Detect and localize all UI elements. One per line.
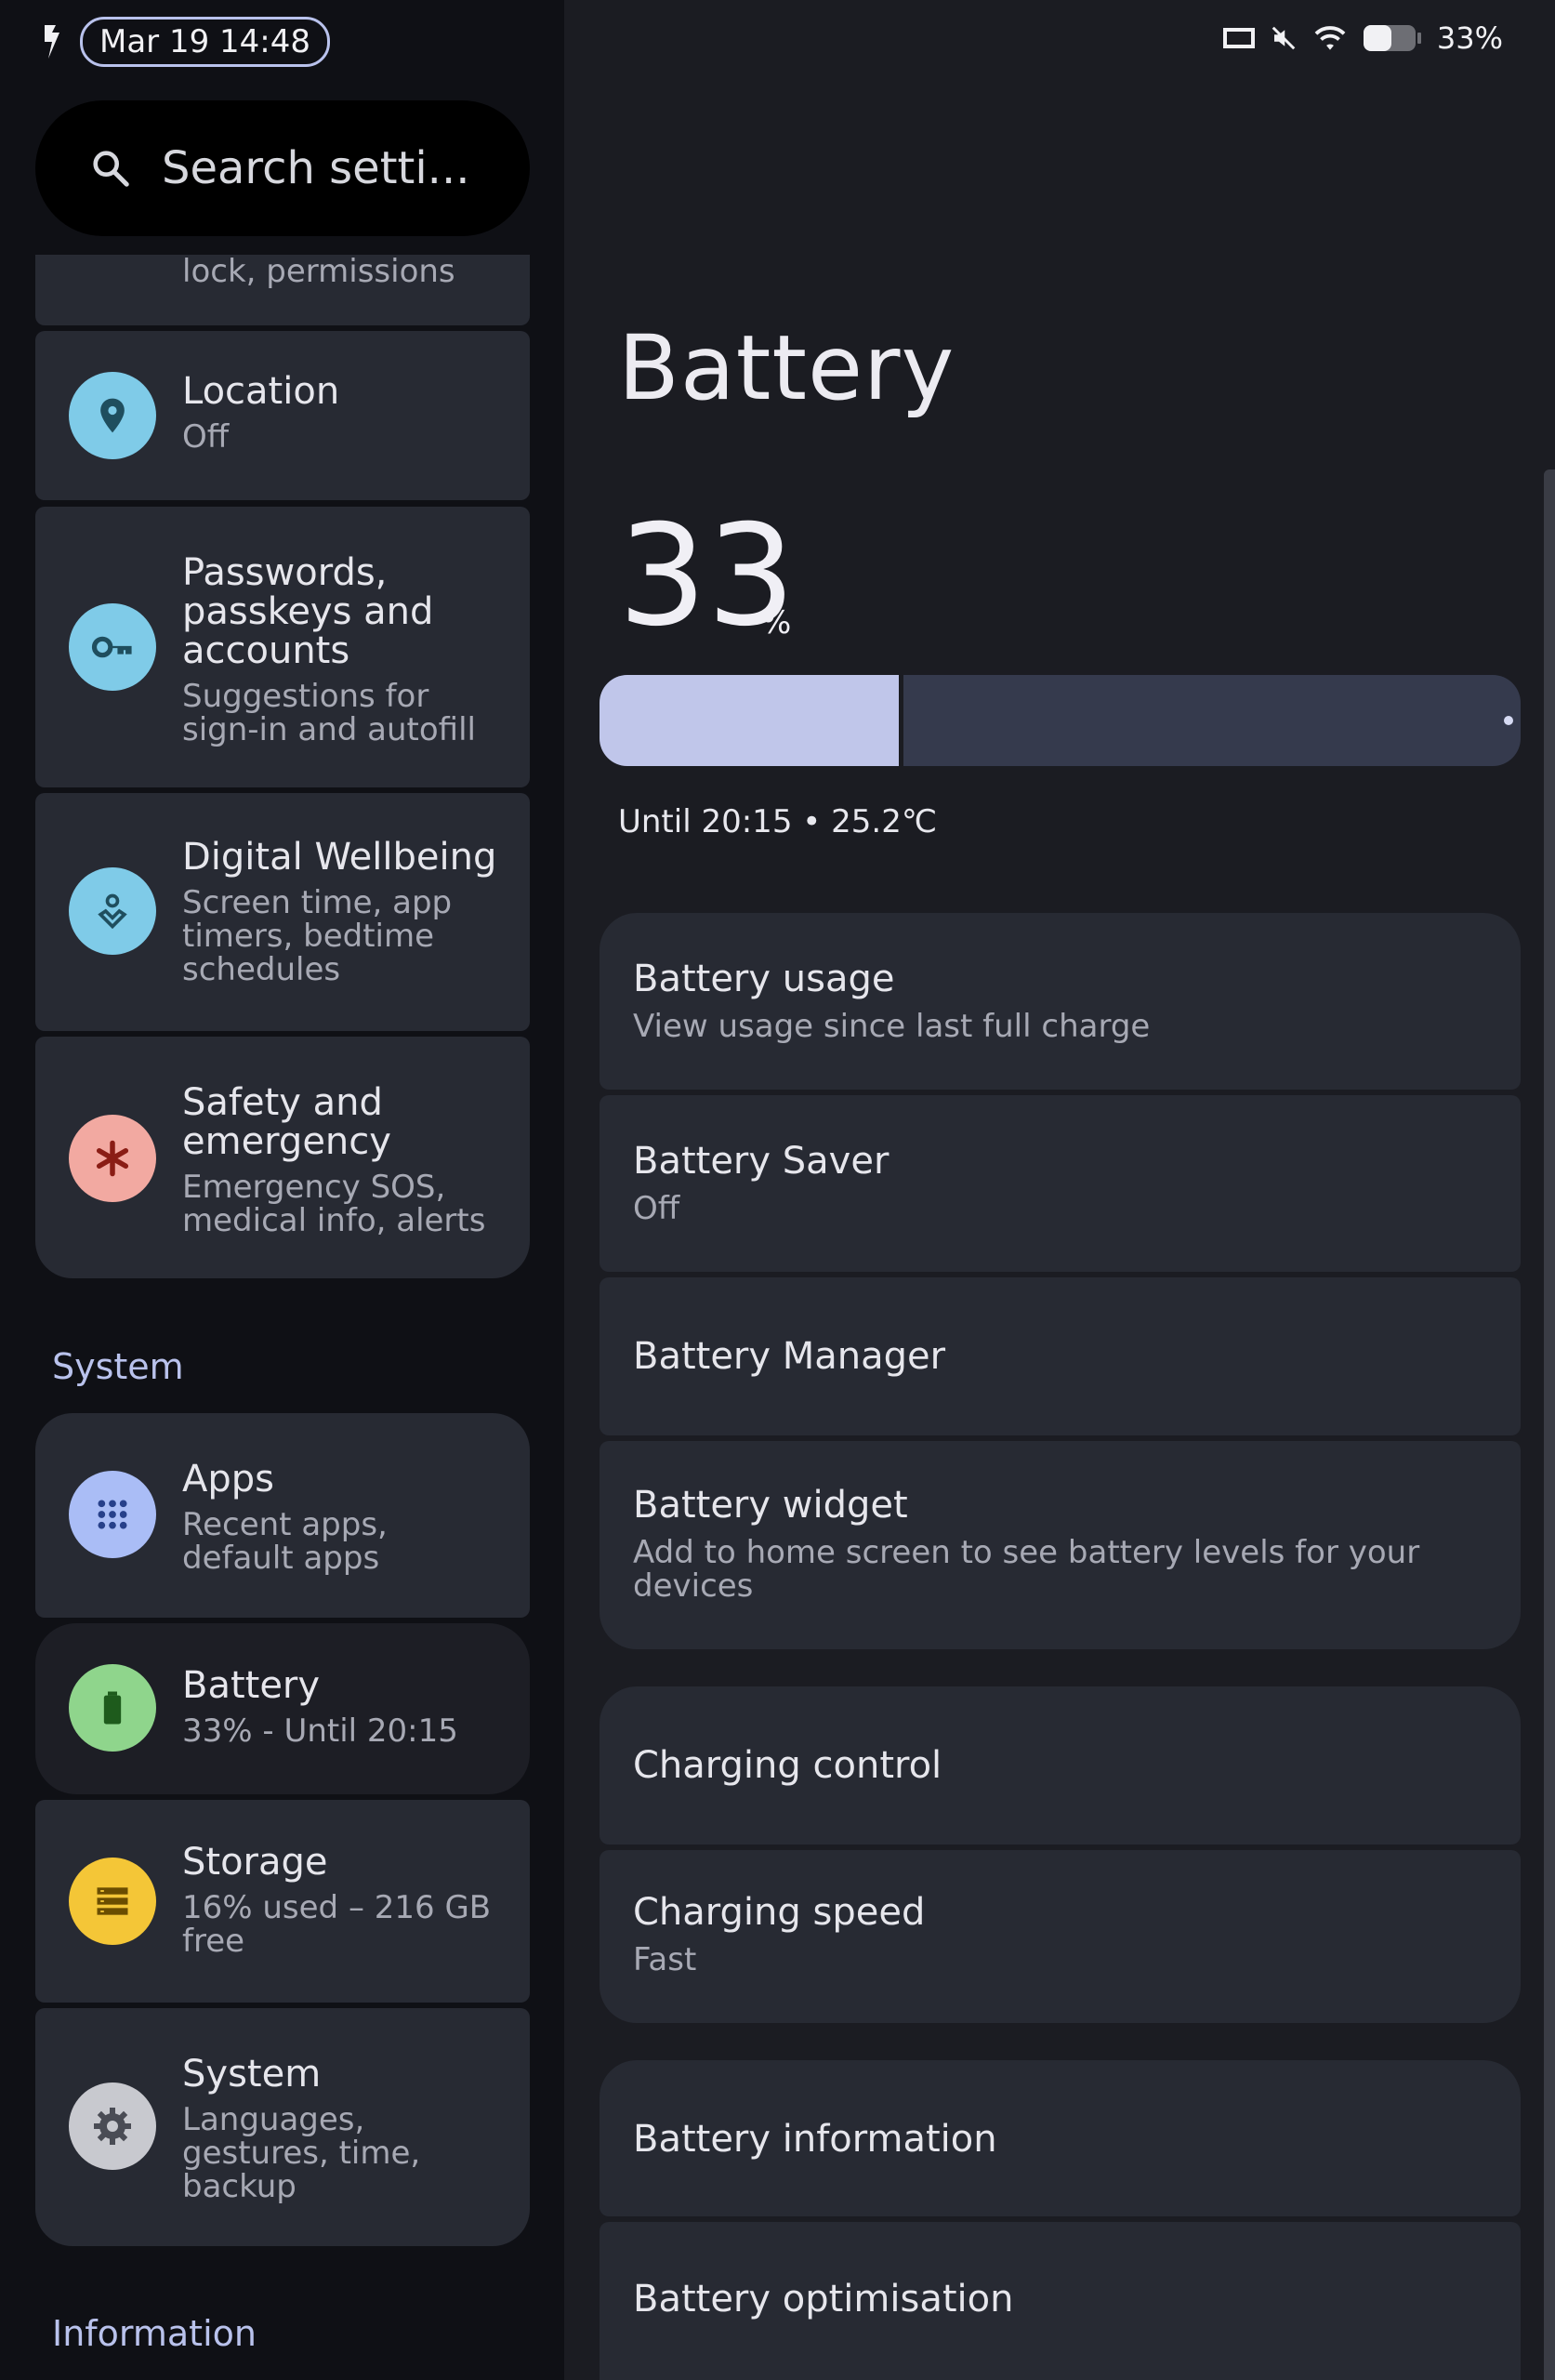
sidebar-item-subtitle: Emergency SOS, medical info, alerts bbox=[182, 1169, 486, 1239]
item-title: Battery widget bbox=[633, 1484, 908, 1527]
item-subtitle: Fast bbox=[633, 1941, 697, 1978]
item-subtitle: Off bbox=[633, 1190, 680, 1227]
sidebar-item-apps[interactable]: Apps Recent apps, default apps bbox=[35, 1413, 530, 1618]
status-datetime: Mar 19 14:48 bbox=[80, 17, 331, 67]
sidebar-item-subtitle: Off bbox=[182, 418, 230, 456]
sidebar-item-title: Safety and emergency bbox=[182, 1081, 391, 1163]
scrollbar[interactable] bbox=[1544, 469, 1555, 2380]
charging-speed-item[interactable]: Charging speed Fast bbox=[600, 1850, 1521, 2023]
sidebar-item-subtitle: 33% - Until 20:15 bbox=[182, 1712, 458, 1750]
sidebar-item-passwords[interactable]: Passwords, passkeys and accounts Suggest… bbox=[35, 507, 530, 787]
battery-status-icon bbox=[1363, 25, 1421, 51]
battery-estimate-text: Until 20:15 • 25.2℃ bbox=[618, 803, 938, 840]
charging-control-item[interactable]: Charging control bbox=[600, 1686, 1521, 1844]
item-title: Battery Manager bbox=[633, 1335, 946, 1378]
battery-manager-item[interactable]: Battery Manager bbox=[600, 1277, 1521, 1435]
item-subtitle: View usage since last full charge bbox=[633, 1008, 1151, 1045]
status-bar: Mar 19 14:48 33% bbox=[0, 0, 1555, 82]
sidebar-item-subtitle: Recent apps, default apps bbox=[182, 1506, 388, 1577]
mute-icon bbox=[1272, 26, 1296, 50]
apps-grid-icon bbox=[69, 1471, 156, 1558]
sidebar-item-subtitle: lock, permissions bbox=[182, 255, 455, 290]
section-header-information: Information bbox=[52, 2313, 257, 2354]
item-title: Battery Saver bbox=[633, 1140, 890, 1183]
sidebar-item-title: Passwords, passkeys and accounts bbox=[182, 551, 434, 672]
battery-level-bar bbox=[600, 675, 1521, 766]
sidebar-item-subtitle: 16% used – 216 GB free bbox=[182, 1889, 492, 1960]
battery-settings-page: Battery 33 % Until 20:15 • 25.2℃ Battery… bbox=[564, 0, 1555, 2380]
sidebar-item-title: Apps bbox=[182, 1458, 274, 1501]
battery-level-fill bbox=[600, 675, 904, 766]
battery-level-unit: % bbox=[761, 604, 792, 641]
sidebar-item-security-privacy[interactable]: lock, permissions bbox=[35, 255, 530, 325]
status-battery-percent: 33% bbox=[1436, 20, 1503, 56]
sidebar-item-title: Location bbox=[182, 370, 340, 413]
sidebar-item-title: Battery bbox=[182, 1664, 321, 1707]
sidebar-item-system[interactable]: System Languages, gestures, time, backup bbox=[35, 2008, 530, 2246]
sidebar-item-title: Storage bbox=[182, 1841, 328, 1884]
item-subtitle: Add to home screen to see battery levels… bbox=[633, 1534, 1420, 1605]
screen-cast-icon bbox=[1222, 28, 1255, 48]
battery-widget-item[interactable]: Battery widget Add to home screen to see… bbox=[600, 1441, 1521, 1649]
wellbeing-icon bbox=[69, 867, 156, 955]
battery-optimisation-item[interactable]: Battery optimisation bbox=[600, 2222, 1521, 2380]
sidebar-item-subtitle: Languages, gestures, time, backup bbox=[182, 2101, 421, 2205]
sidebar-item-safety-emergency[interactable]: Safety and emergency Emergency SOS, medi… bbox=[35, 1037, 530, 1278]
gear-icon bbox=[69, 2082, 156, 2170]
wifi-icon bbox=[1314, 26, 1346, 50]
page-title: Battery bbox=[618, 316, 955, 420]
key-icon bbox=[69, 603, 156, 691]
battery-icon bbox=[69, 1664, 156, 1752]
item-title: Charging speed bbox=[633, 1891, 926, 1934]
battery-usage-item[interactable]: Battery usage View usage since last full… bbox=[600, 913, 1521, 1090]
sidebar-item-storage[interactable]: Storage 16% used – 216 GB free bbox=[35, 1800, 530, 2003]
sidebar-item-battery[interactable]: Battery 33% - Until 20:15 bbox=[35, 1623, 530, 1794]
location-pin-icon bbox=[69, 372, 156, 459]
battery-saver-item[interactable]: Battery Saver Off bbox=[600, 1095, 1521, 1272]
settings-sidebar: Search setti... lock, permissions Locati… bbox=[0, 0, 564, 2380]
item-title: Charging control bbox=[633, 1744, 942, 1787]
sidebar-item-location[interactable]: Location Off bbox=[35, 331, 530, 500]
app-notification-icon bbox=[45, 25, 59, 59]
sidebar-item-subtitle: Suggestions for sign-in and autofill bbox=[182, 678, 476, 748]
asterisk-icon bbox=[69, 1115, 156, 1202]
sidebar-item-subtitle: Screen time, app timers, bedtime schedul… bbox=[182, 884, 453, 988]
storage-icon bbox=[69, 1858, 156, 1945]
battery-information-item[interactable]: Battery information bbox=[600, 2060, 1521, 2216]
battery-level-end-dot bbox=[1504, 716, 1513, 725]
item-title: Battery information bbox=[633, 2118, 997, 2161]
item-title: Battery usage bbox=[633, 958, 895, 1000]
sidebar-item-title: Digital Wellbeing bbox=[182, 836, 497, 879]
sidebar-item-title: System bbox=[182, 2053, 322, 2096]
search-icon bbox=[93, 151, 129, 187]
sidebar-item-digital-wellbeing[interactable]: Digital Wellbeing Screen time, app timer… bbox=[35, 793, 530, 1031]
section-header-system: System bbox=[52, 1346, 184, 1387]
search-input[interactable]: Search setti... bbox=[162, 142, 469, 194]
search-bar[interactable]: Search setti... bbox=[35, 100, 530, 236]
item-title: Battery optimisation bbox=[633, 2278, 1014, 2320]
